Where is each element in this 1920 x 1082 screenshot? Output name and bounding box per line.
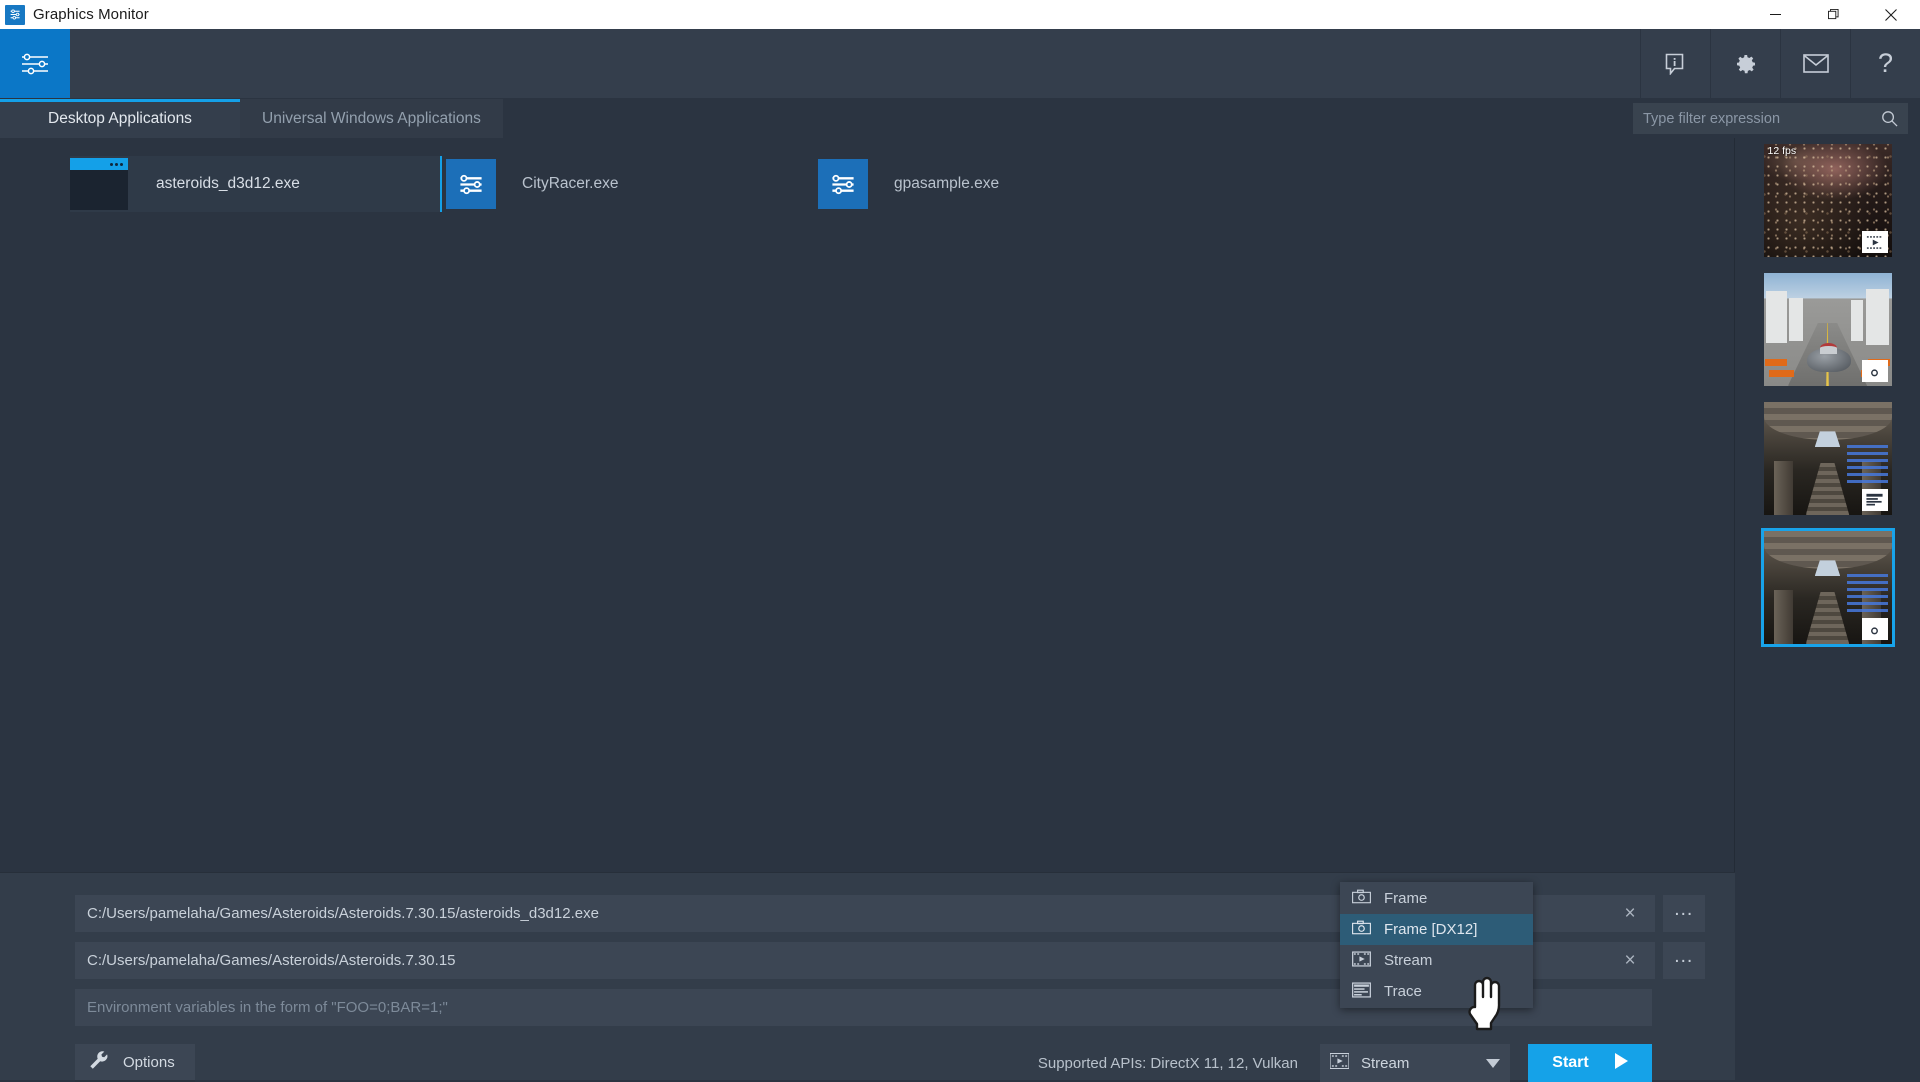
options-label: Options: [123, 1054, 175, 1071]
browse-executable-button[interactable]: …: [1663, 895, 1705, 932]
window-controls: [1746, 0, 1920, 29]
browse-working-directory-button[interactable]: …: [1663, 942, 1705, 979]
camera-icon: [1352, 889, 1371, 908]
capture-thumbnail-temple-trace[interactable]: [1764, 402, 1892, 515]
trace-icon: [1862, 489, 1888, 511]
start-button[interactable]: Start: [1528, 1044, 1652, 1082]
application-grid: asteroids_d3d12.exe CityRacer.exe: [0, 138, 1734, 212]
tab-strip: Desktop Applications Universal Windows A…: [0, 99, 1920, 138]
window-thumbnail-icon: [70, 158, 128, 210]
start-label: Start: [1552, 1054, 1588, 1072]
filter-box[interactable]: [1633, 103, 1908, 134]
app-label: CityRacer.exe: [522, 175, 618, 193]
capture-mode-dropdown[interactable]: Frame Frame [DX12] Stre: [1340, 882, 1533, 1008]
search-icon[interactable]: [1881, 110, 1898, 127]
supported-apis-label: Supported APIs: DirectX 11, 12, Vulkan: [1038, 1055, 1298, 1072]
help-icon[interactable]: ?: [1850, 29, 1920, 98]
filter-input[interactable]: [1643, 111, 1881, 127]
sliders-icon: [446, 159, 496, 209]
bottom-action-bar: Options Supported APIs: DirectX 11, 12, …: [75, 1044, 1652, 1082]
app-tile-asteroids[interactable]: asteroids_d3d12.exe: [70, 156, 442, 212]
film-icon: [1862, 231, 1888, 253]
app-tile-gpasample[interactable]: gpasample.exe: [814, 156, 1186, 212]
camera-icon: [1862, 618, 1888, 640]
title-bar: Graphics Monitor: [0, 0, 1920, 29]
film-icon: [1352, 951, 1371, 971]
app-label: gpasample.exe: [894, 175, 999, 193]
dropdown-item-frame[interactable]: Frame: [1340, 883, 1533, 914]
toolbar-actions: ?: [1640, 29, 1920, 98]
chevron-down-icon[interactable]: [1486, 1055, 1500, 1072]
tab-strip-filler: [503, 99, 1633, 138]
capture-mode-label: Stream: [1361, 1055, 1409, 1072]
options-button[interactable]: Options: [75, 1044, 195, 1082]
trace-icon: [1352, 982, 1371, 1002]
dropdown-item-stream[interactable]: Stream: [1340, 945, 1533, 976]
app-icon: [5, 5, 25, 25]
capture-thumbnail-temple-frame[interactable]: [1764, 531, 1892, 644]
tab-desktop-applications[interactable]: Desktop Applications: [0, 99, 240, 138]
dropdown-item-label: Stream: [1384, 952, 1432, 969]
wrench-icon: [89, 1050, 109, 1074]
tab-label: Universal Windows Applications: [262, 110, 481, 128]
top-toolbar: ?: [0, 29, 1920, 99]
window-title: Graphics Monitor: [33, 6, 149, 23]
dropdown-item-label: Frame [DX12]: [1384, 921, 1477, 938]
fps-label: 12 fps: [1768, 145, 1797, 157]
clear-executable-icon[interactable]: ×: [1617, 904, 1643, 923]
play-arrow-icon: [1615, 1053, 1628, 1074]
clear-working-directory-icon[interactable]: ×: [1617, 951, 1643, 970]
mail-icon[interactable]: [1780, 29, 1850, 98]
capture-thumbnail-cityracer[interactable]: [1764, 273, 1892, 386]
dropdown-item-trace[interactable]: Trace: [1340, 976, 1533, 1007]
film-icon: [1330, 1053, 1349, 1073]
camera-icon: [1862, 360, 1888, 382]
gear-icon[interactable]: [1710, 29, 1780, 98]
dropdown-item-frame-dx12[interactable]: Frame [DX12]: [1340, 914, 1533, 945]
info-icon[interactable]: [1640, 29, 1710, 98]
capture-thumbnail-asteroids[interactable]: 12 fps: [1764, 144, 1892, 257]
capture-mode-select[interactable]: Stream: [1320, 1044, 1510, 1082]
toolbar-spacer: [70, 29, 1640, 98]
dropdown-item-label: Trace: [1384, 983, 1422, 1000]
tab-universal-windows-applications[interactable]: Universal Windows Applications: [240, 99, 503, 138]
app-label: asteroids_d3d12.exe: [156, 175, 300, 193]
home-sliders-button[interactable]: [0, 29, 70, 98]
sliders-icon: [818, 159, 868, 209]
camera-icon: [1352, 920, 1371, 939]
app-tile-cityracer[interactable]: CityRacer.exe: [442, 156, 814, 212]
tab-label: Desktop Applications: [48, 110, 192, 128]
minimize-button[interactable]: [1746, 0, 1804, 29]
dropdown-item-label: Frame: [1384, 890, 1427, 907]
close-button[interactable]: [1862, 0, 1920, 29]
sliders-icon: [18, 50, 52, 78]
restore-button[interactable]: [1804, 0, 1862, 29]
capture-rail: 12 fps: [1735, 138, 1920, 1080]
application-list-panel: asteroids_d3d12.exe CityRacer.exe: [0, 138, 1735, 872]
